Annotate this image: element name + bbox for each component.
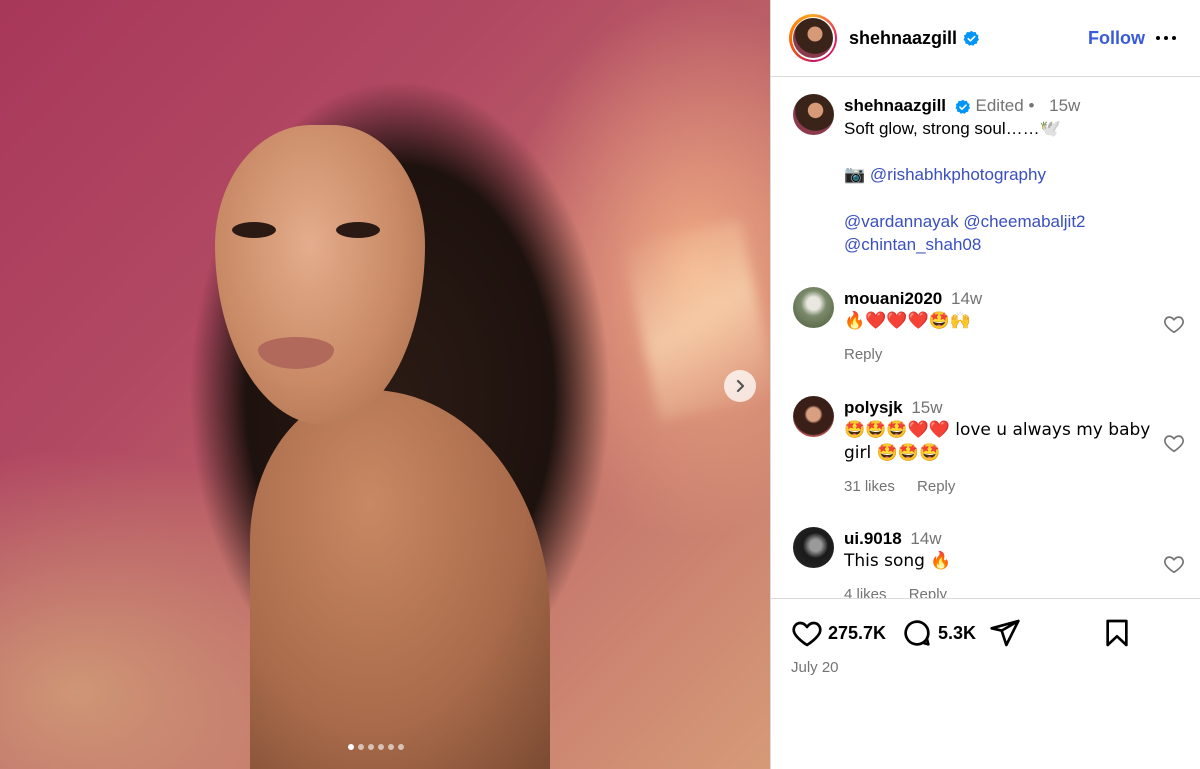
caption-avatar[interactable] xyxy=(793,94,834,135)
caption-username[interactable]: shehnaazgill xyxy=(844,96,946,115)
share-button[interactable] xyxy=(989,617,1021,649)
photo-eye-left xyxy=(232,222,276,238)
comment-text: 🔥❤️❤️❤️🤩🙌 xyxy=(844,311,972,331)
chevron-right-icon xyxy=(736,379,745,393)
more-options-icon[interactable] xyxy=(1154,26,1178,50)
commenter-avatar[interactable] xyxy=(793,287,834,328)
verified-badge-icon xyxy=(963,30,980,46)
comment-button[interactable]: 5.3K xyxy=(901,617,976,649)
heart-icon[interactable] xyxy=(1163,313,1185,335)
commenter-avatar[interactable] xyxy=(793,527,834,568)
post-photo[interactable] xyxy=(0,0,770,769)
bookmark-icon xyxy=(1106,619,1128,647)
carousel-dot xyxy=(378,744,384,750)
verified-badge-icon xyxy=(955,99,970,114)
carousel-dot xyxy=(368,744,374,750)
comment-text: 🤩🤩🤩❤️❤️ love u always my baby xyxy=(844,420,1151,440)
comment-age: 14w xyxy=(951,289,983,308)
comment-username[interactable]: polysjk xyxy=(844,398,903,417)
photo-eye-right xyxy=(336,222,380,238)
comment-age: 15w xyxy=(911,398,943,417)
reply-button[interactable]: Reply xyxy=(917,478,955,495)
save-button[interactable] xyxy=(1101,617,1133,649)
comment-username[interactable]: ui.9018 xyxy=(844,529,902,548)
header-username[interactable]: shehnaazgill xyxy=(849,28,957,49)
comment-likes[interactable]: 31 likes xyxy=(844,478,895,495)
mention-link[interactable]: @chintan_shah08 xyxy=(844,235,981,254)
carousel-dot xyxy=(398,744,404,750)
post-date[interactable]: July 20 xyxy=(791,659,839,676)
like-button[interactable]: 275.7K xyxy=(791,617,886,649)
caption-text: Soft glow, strong soul……🕊️ xyxy=(844,119,1061,138)
caption-age: 15w xyxy=(1049,96,1081,115)
comment-age: 14w xyxy=(910,529,942,548)
mention-link[interactable]: @vardannayak xyxy=(844,212,959,231)
like-count[interactable]: 275.7K xyxy=(828,623,886,644)
comment-text-continued: girl 🤩🤩🤩 xyxy=(844,443,941,463)
comments-scroll-area[interactable]: shehnaazgill Edited • 15w Soft glow, str… xyxy=(771,78,1200,598)
share-icon xyxy=(990,619,1020,647)
reply-button[interactable]: Reply xyxy=(844,346,882,363)
commenter-avatar[interactable] xyxy=(793,396,834,437)
photographer-mention[interactable]: @rishabhkphotography xyxy=(870,165,1046,184)
story-ring[interactable] xyxy=(789,14,837,62)
carousel-dot xyxy=(348,744,354,750)
carousel-dot xyxy=(388,744,394,750)
carousel-dot xyxy=(358,744,364,750)
heart-icon[interactable] xyxy=(1163,432,1185,454)
comment-icon xyxy=(904,620,930,646)
next-photo-button[interactable] xyxy=(724,370,756,402)
heart-icon xyxy=(792,621,822,647)
post-sidebar: shehnaazgill Follow shehnaazgill Edited xyxy=(770,0,1200,769)
carousel-indicator xyxy=(348,744,404,750)
comment-text: This song 🔥 xyxy=(844,551,952,571)
comment-username[interactable]: mouani2020 xyxy=(844,289,942,308)
reply-button[interactable]: Reply xyxy=(909,586,947,598)
avatar xyxy=(793,18,833,58)
follow-button[interactable]: Follow xyxy=(1088,28,1145,49)
comment-likes[interactable]: 4 likes xyxy=(844,586,887,598)
heart-icon[interactable] xyxy=(1163,553,1185,575)
meta-separator: • xyxy=(1028,96,1035,115)
edited-label: Edited xyxy=(975,96,1024,115)
comment-count[interactable]: 5.3K xyxy=(938,623,976,644)
mention-link[interactable]: @cheemabaljit2 xyxy=(963,212,1085,231)
post-header: shehnaazgill Follow xyxy=(771,0,1200,77)
camera-emoji: 📷 xyxy=(844,165,866,185)
action-bar: 275.7K 5.3K July 20 xyxy=(771,598,1200,769)
